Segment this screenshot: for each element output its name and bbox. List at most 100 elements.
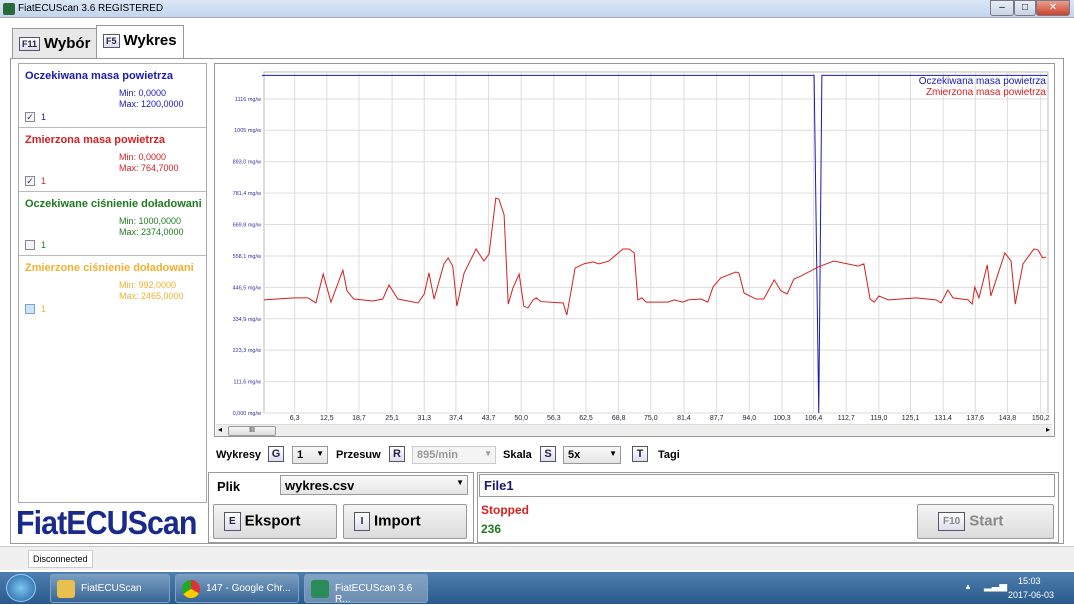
tab-label: Wykres [123,32,177,49]
channel-name: Zmierzona masa powietrza [25,134,165,146]
x-tick-label: 87,7 [710,415,724,422]
scroll-left-icon[interactable]: ◂ [218,425,222,434]
button-label: Import [374,512,421,530]
channel-checkbox[interactable]: ✓ [25,112,35,122]
key-badge: F5 [103,34,120,49]
y-tick-label: 0,000 mg/w [233,411,261,417]
channel-item: Zmierzone ciśnienie doładowani Min: 992,… [19,256,206,320]
tab-wybor[interactable]: F11 Wybór [12,28,98,58]
x-tick-label: 75,0 [644,415,658,422]
signal-icon[interactable]: ▂▃▅ [984,581,1007,592]
status-bar: Disconnected [0,546,1074,570]
y-tick-label: 1005 mg/w [234,128,261,134]
select-value: wykres.csv [285,478,355,493]
x-tick-label: 94,0 [742,415,756,422]
taskbar-item[interactable]: FiatECUScan [50,574,170,603]
tagi-button[interactable]: T [632,446,648,462]
channel-number: 1 [41,304,47,314]
x-tick-label: 125,1 [902,415,920,422]
taskbar-label: FiatECUScan 3.6 R... [335,583,413,605]
skala-label: Skala [503,449,532,461]
przesuw-select[interactable]: 895/min ▼ [412,446,496,464]
chevron-down-icon: ▼ [316,449,324,458]
x-tick-label: 100,3 [773,415,791,422]
x-tick-label: 56,3 [547,415,561,422]
y-tick-label: 669,8 mg/w [233,223,261,229]
scroll-right-icon[interactable]: ▸ [1046,425,1050,434]
select-value: 1 [297,449,304,461]
window-title: FiatECUScan 3.6 REGISTERED [18,3,164,14]
key-badge: F10 [938,512,966,531]
channel-checkbox[interactable] [25,240,35,250]
maximize-button[interactable]: □ [1014,0,1036,16]
x-tick-label: 143,8 [999,415,1017,422]
x-tick-label: 137,6 [967,415,985,422]
channel-checkbox[interactable]: ✓ [25,176,35,186]
app-icon [3,3,15,15]
x-tick-label: 81,4 [677,415,691,422]
clock-time[interactable]: 15:03 [1018,576,1041,586]
fiatecuscan-icon [311,580,329,598]
title-bar: FiatECUScan 3.6 REGISTERED – □ ✕ [0,0,1074,18]
channel-item: Zmierzona masa powietrza Min: 0,0000 Max… [19,128,206,192]
run-state: Stopped [481,503,529,517]
taskbar-item[interactable]: 147 - Google Chr... [175,574,299,603]
file-select[interactable]: wykres.csv ▼ [280,475,468,495]
export-button[interactable]: E Eksport [213,504,337,539]
import-button[interactable]: I Import [343,504,467,539]
chevron-down-icon: ▼ [456,478,464,487]
przesuw-label: Przesuw [336,449,381,461]
channel-number: 1 [41,112,47,122]
channel-number: 1 [41,176,47,186]
chart-scrollbar[interactable]: ◂ III ▸ [216,424,1052,436]
file-name-field[interactable]: File1 [479,474,1055,497]
x-tick-label: 131,4 [934,415,952,422]
key-badge: S [540,446,556,462]
close-button[interactable]: ✕ [1036,0,1070,16]
y-tick-label: 893,0 mg/w [233,160,261,166]
start-orb-icon[interactable] [6,574,36,602]
channel-max: Max: 2465,0000 [119,291,184,301]
x-tick-label: 6,3 [290,415,300,422]
legend-entry: Oczekiwana masa powietrza [919,76,1047,87]
tab-wykres[interactable]: F5 Wykres [96,25,184,59]
channel-list: Oczekiwana masa powietrza Min: 0,0000 Ma… [18,63,207,503]
sample-count: 236 [481,522,502,536]
x-tick-label: 106,4 [805,415,823,422]
x-tick-label: 43,7 [482,415,496,422]
minimize-button[interactable]: – [990,0,1014,16]
scroll-thumb[interactable]: III [228,426,276,436]
y-tick-label: 334,9 mg/w [233,317,261,323]
channel-min: Min: 1000,0000 [119,216,182,226]
x-tick-label: 119,0 [870,415,887,422]
taskbar-label: FiatECUScan [81,583,142,594]
y-tick-label: 446,5 mg/w [233,285,261,291]
channel-max: Max: 2374,0000 [119,227,184,237]
tagi-label: Tagi [658,449,680,461]
clock-date[interactable]: 2017-06-03 [1008,590,1054,600]
channel-name: Zmierzone ciśnienie doładowani [25,262,194,274]
wykresy-select[interactable]: 1 ▼ [292,446,328,464]
channel-number: 1 [41,240,47,250]
chart: 0,000 mg/w 111,6 mg/w 223,3 mg/w 334,9 mg/w… [233,71,1049,422]
taskbar: FiatECUScan 147 - Google Chr... FiatECUS… [0,572,1074,605]
y-tick-label: 223,3 mg/w [233,348,261,354]
x-tick-label: 112,7 [838,415,855,422]
select-value: 895/min [417,449,458,461]
channel-checkbox[interactable] [25,304,35,314]
channel-item: Oczekiwana masa powietrza Min: 0,0000 Ma… [19,64,206,128]
connection-status: Disconnected [28,550,93,568]
legend-entry: Zmierzona masa powietrza [926,87,1046,98]
chrome-icon [182,580,200,598]
start-button[interactable]: F10 Start [917,504,1054,539]
tray-expand-icon[interactable]: ▲ [964,582,972,591]
key-badge: R [389,446,405,462]
x-tick-label: 31,3 [417,415,431,422]
select-value: 5x [568,449,581,461]
x-tick-label: 50,0 [514,415,528,422]
button-label: Eksport [244,512,301,530]
channel-min: Min: 0,0000 [119,88,167,98]
logo: FiatECUScan [16,504,197,541]
taskbar-item[interactable]: FiatECUScan 3.6 R... [304,574,428,605]
skala-select[interactable]: 5x ▼ [563,446,621,464]
